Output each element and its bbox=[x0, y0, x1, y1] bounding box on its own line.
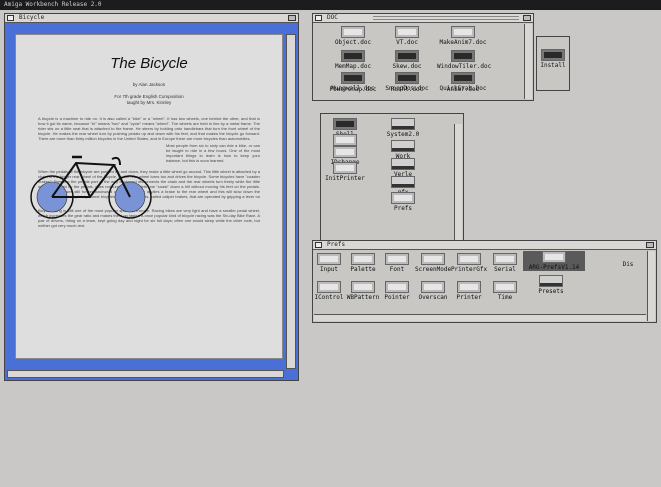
document-icon bbox=[341, 26, 365, 38]
file-icon[interactable]: MemMap.doc bbox=[327, 50, 379, 70]
drawer-icon[interactable]: Prefs bbox=[377, 192, 429, 212]
file-icon[interactable]: Anim7.doc bbox=[437, 86, 489, 93]
screen-title: Amiga Workbench Release 2.0 bbox=[4, 1, 102, 8]
document-icon bbox=[451, 50, 475, 62]
file-icon[interactable]: WindowTiler.doc bbox=[437, 50, 491, 70]
document-icon bbox=[451, 72, 475, 84]
doc-window-titlebar[interactable]: DOC bbox=[313, 14, 533, 23]
doc-drawer-window[interactable]: DOC Object.doc VT.doc MakeAnim7.doc MemM… bbox=[312, 13, 534, 101]
drawer-icon[interactable]: Verle bbox=[377, 158, 429, 178]
time-icon bbox=[493, 281, 517, 293]
prefs-window-title: Prefs bbox=[327, 241, 346, 248]
file-icon[interactable]: MakeAnim7.doc bbox=[437, 26, 489, 46]
prefs-window[interactable]: Prefs Input Palette Font ScreenMode Prin… bbox=[312, 240, 657, 323]
document-icon bbox=[395, 26, 419, 38]
ed-icon bbox=[333, 134, 357, 146]
drawer-icon bbox=[391, 158, 415, 170]
file-icon[interactable]: VT.doc bbox=[381, 26, 433, 46]
doc-window-title: DOC bbox=[327, 14, 338, 21]
depth-gadget[interactable] bbox=[646, 242, 654, 248]
page-title: The Bicycle bbox=[110, 55, 188, 72]
shell-icon bbox=[333, 118, 357, 130]
screenmode-icon bbox=[421, 253, 445, 265]
prefs-icon[interactable]: Presets bbox=[525, 275, 577, 295]
document-window-title: Bicycle bbox=[19, 14, 45, 21]
teacher-line: taught by Mrs. Kinnley bbox=[126, 100, 172, 105]
document-window-titlebar[interactable]: Bicycle bbox=[5, 14, 298, 23]
prefs-window-titlebar[interactable]: Prefs bbox=[313, 241, 656, 250]
presets-drawer-icon bbox=[539, 275, 563, 287]
edge-icon[interactable]: Dis bbox=[613, 261, 643, 268]
printer-icon bbox=[457, 281, 481, 293]
vertical-scrollbar[interactable] bbox=[286, 34, 296, 369]
drawer-icon[interactable]: System2.0 bbox=[377, 118, 429, 138]
font-icon bbox=[385, 253, 409, 265]
bicycle-illustration bbox=[30, 155, 152, 219]
file-icon[interactable]: Object.doc bbox=[327, 26, 379, 46]
tool-icon[interactable]: InitPrinter bbox=[319, 162, 371, 182]
argprefs-icon bbox=[542, 251, 566, 263]
serial-icon bbox=[493, 253, 517, 265]
printer-icon bbox=[333, 162, 357, 174]
drawer-icon bbox=[391, 176, 415, 188]
file-icon[interactable]: Skew.doc bbox=[381, 50, 433, 70]
close-gadget[interactable] bbox=[315, 242, 322, 248]
document-icon bbox=[341, 72, 365, 84]
drawer-icon bbox=[391, 140, 415, 152]
overscan-icon bbox=[421, 281, 445, 293]
document-icon bbox=[395, 50, 419, 62]
install-icon[interactable]: Install bbox=[527, 49, 579, 69]
drawer-icon[interactable]: Work bbox=[377, 140, 429, 160]
document-icon bbox=[341, 50, 365, 62]
document-page[interactable]: The Bicycle by Alan Jackson For 7th grad… bbox=[15, 34, 283, 359]
document-icon bbox=[451, 26, 475, 38]
vertical-scrollbar[interactable] bbox=[647, 251, 655, 321]
prefs-icon bbox=[391, 192, 415, 204]
file-icon[interactable]: Powersnap.doc bbox=[327, 86, 379, 93]
install-window[interactable]: Install bbox=[536, 36, 570, 91]
close-gadget[interactable] bbox=[7, 15, 14, 21]
drawer-icon bbox=[391, 118, 415, 130]
byline: by Alan Jackson bbox=[132, 82, 166, 87]
close-gadget[interactable] bbox=[315, 15, 322, 21]
system-window[interactable]: Shell System2.0 Ed IDchange Work InitPri… bbox=[320, 113, 464, 243]
document-icon bbox=[395, 72, 419, 84]
pointer-icon bbox=[385, 281, 409, 293]
horizontal-scrollbar[interactable] bbox=[7, 370, 284, 378]
printergfx-icon bbox=[457, 253, 481, 265]
tool-icon bbox=[541, 49, 565, 61]
horizontal-scrollbar[interactable] bbox=[314, 314, 646, 321]
vertical-scrollbar[interactable] bbox=[454, 124, 462, 241]
cx-icon bbox=[333, 146, 357, 158]
paragraph: A bicycle is a machine to ride on. It is… bbox=[38, 116, 260, 141]
selected-prefs-icon[interactable]: ARG-PrefsV1.14 bbox=[523, 251, 585, 271]
depth-gadget[interactable] bbox=[523, 15, 531, 21]
document-window[interactable]: Bicycle The Bicycle by Alan Jackson For … bbox=[4, 13, 299, 381]
prefs-icon[interactable]: Time bbox=[479, 281, 531, 301]
depth-gadget[interactable] bbox=[288, 15, 296, 21]
screen-title-bar: Amiga Workbench Release 2.0 bbox=[0, 0, 661, 10]
file-icon[interactable]: Rushl.doc bbox=[381, 86, 433, 93]
